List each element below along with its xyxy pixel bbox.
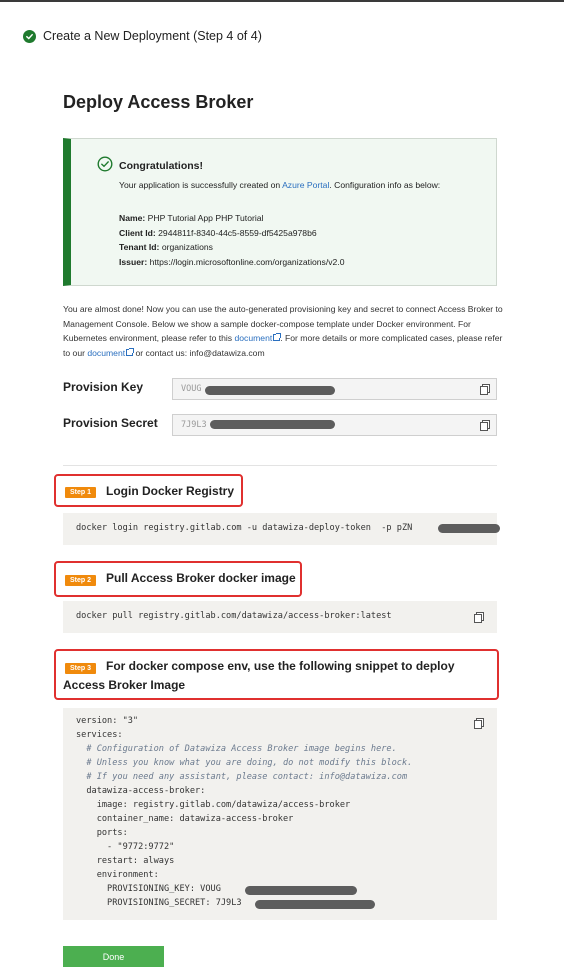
success-alert: Congratulations! Your application is suc… — [63, 138, 497, 286]
provision-key-value: VOUG — [181, 384, 202, 394]
step-1-code-block[interactable]: docker login registry.gitlab.com -u data… — [63, 513, 497, 545]
azure-portal-link[interactable]: Azure Portal — [282, 180, 329, 190]
copy-icon[interactable] — [480, 420, 490, 431]
issuer-value: https://login.microsoftonline.com/organi… — [149, 257, 345, 267]
code-comment: # If you need any assistant, please cont… — [76, 772, 408, 782]
redaction-mark — [245, 886, 357, 895]
code-line: image: registry.gitlab.com/datawiza/acce… — [76, 800, 351, 810]
redaction-mark — [438, 524, 500, 533]
code-line: version: "3" — [76, 716, 139, 726]
code-line: - "9772:9772" — [76, 842, 175, 852]
code-line: ports: — [76, 828, 128, 838]
details-document-link[interactable]: document — [87, 347, 135, 358]
redaction-mark — [205, 386, 335, 395]
step-1-title: Login Docker Registry — [106, 484, 235, 498]
check-circle-outline-icon — [97, 156, 113, 172]
success-message: Your application is successfully created… — [119, 179, 479, 192]
copy-icon[interactable] — [480, 384, 490, 395]
top-rule — [0, 0, 564, 2]
step-2-code-block[interactable]: docker pull registry.gitlab.com/datawiza… — [63, 601, 497, 633]
intro-paragraph: You are almost done! Now you can use the… — [63, 302, 503, 360]
provision-secret-value: 7J9L3 — [181, 420, 207, 430]
copy-icon[interactable] — [474, 612, 484, 623]
success-title: Congratulations! — [119, 160, 203, 172]
code-comment: # Unless you know what you are doing, do… — [76, 758, 413, 768]
redaction-mark — [210, 420, 335, 429]
external-link-icon — [273, 333, 282, 341]
check-circle-icon — [23, 29, 36, 43]
section-divider — [63, 465, 497, 466]
app-name-row: Name: PHP Tutorial App PHP Tutorial — [119, 213, 263, 223]
tenant-id-value: organizations — [161, 242, 213, 252]
issuer-row: Issuer: https://login.microsoftonline.co… — [119, 257, 344, 267]
provision-key-label: Provision Key — [63, 380, 144, 394]
step-2-title: Pull Access Broker docker image — [106, 571, 296, 585]
page-title: Deploy Access Broker — [63, 92, 254, 112]
client-id-value: 2944811f-8340-44c5-8559-df5425a978b6 — [158, 228, 317, 238]
code-line: datawiza-access-broker: — [76, 786, 206, 796]
intro-text-3: or contact us: info@datawiza.com — [133, 347, 265, 358]
code-line: docker login registry.gitlab.com -u data… — [76, 523, 413, 533]
copy-icon[interactable] — [474, 718, 484, 729]
code-line: services: — [76, 730, 123, 740]
wizard-step-header: Create a New Deployment (Step 4 of 4) — [23, 29, 262, 43]
code-line: environment: — [76, 870, 159, 880]
code-line: docker pull registry.gitlab.com/datawiza… — [76, 611, 392, 621]
step-1-badge: Step 1 — [65, 487, 97, 498]
code-line: PROVISIONING_KEY: VOUG — [76, 884, 221, 894]
code-line: restart: always — [76, 856, 175, 866]
success-message-text: Your application is successfully created… — [119, 180, 283, 190]
code-line: PROVISIONING_SECRET: 7J9L3 — [76, 898, 242, 908]
step-3-title: For docker compose env, use the followin… — [63, 659, 455, 692]
redaction-mark — [255, 900, 375, 909]
external-link-icon — [126, 347, 135, 356]
code-line: container_name: datawiza-access-broker — [76, 814, 294, 824]
kubernetes-document-link-label: document — [234, 333, 273, 343]
app-name-value: PHP Tutorial App PHP Tutorial — [147, 213, 264, 223]
wizard-step-title: Create a New Deployment (Step 4 of 4) — [43, 29, 262, 43]
client-id-label: Client Id: — [119, 228, 156, 238]
issuer-label: Issuer: — [119, 257, 148, 267]
tenant-id-row: Tenant Id: organizations — [119, 242, 213, 252]
kubernetes-document-link[interactable]: document — [234, 333, 282, 343]
done-button[interactable]: Done — [63, 946, 164, 967]
provision-secret-label: Provision Secret — [63, 416, 158, 430]
code-comment: # Configuration of Datawiza Access Broke… — [76, 744, 397, 754]
client-id-row: Client Id: 2944811f-8340-44c5-8559-df542… — [119, 228, 317, 238]
step-2-badge: Step 2 — [65, 575, 97, 586]
details-document-link-label: document — [87, 347, 126, 358]
success-message-text-end: . Configuration info as below: — [329, 180, 441, 190]
tenant-id-label: Tenant Id: — [119, 242, 160, 252]
app-name-label: Name: — [119, 213, 146, 223]
